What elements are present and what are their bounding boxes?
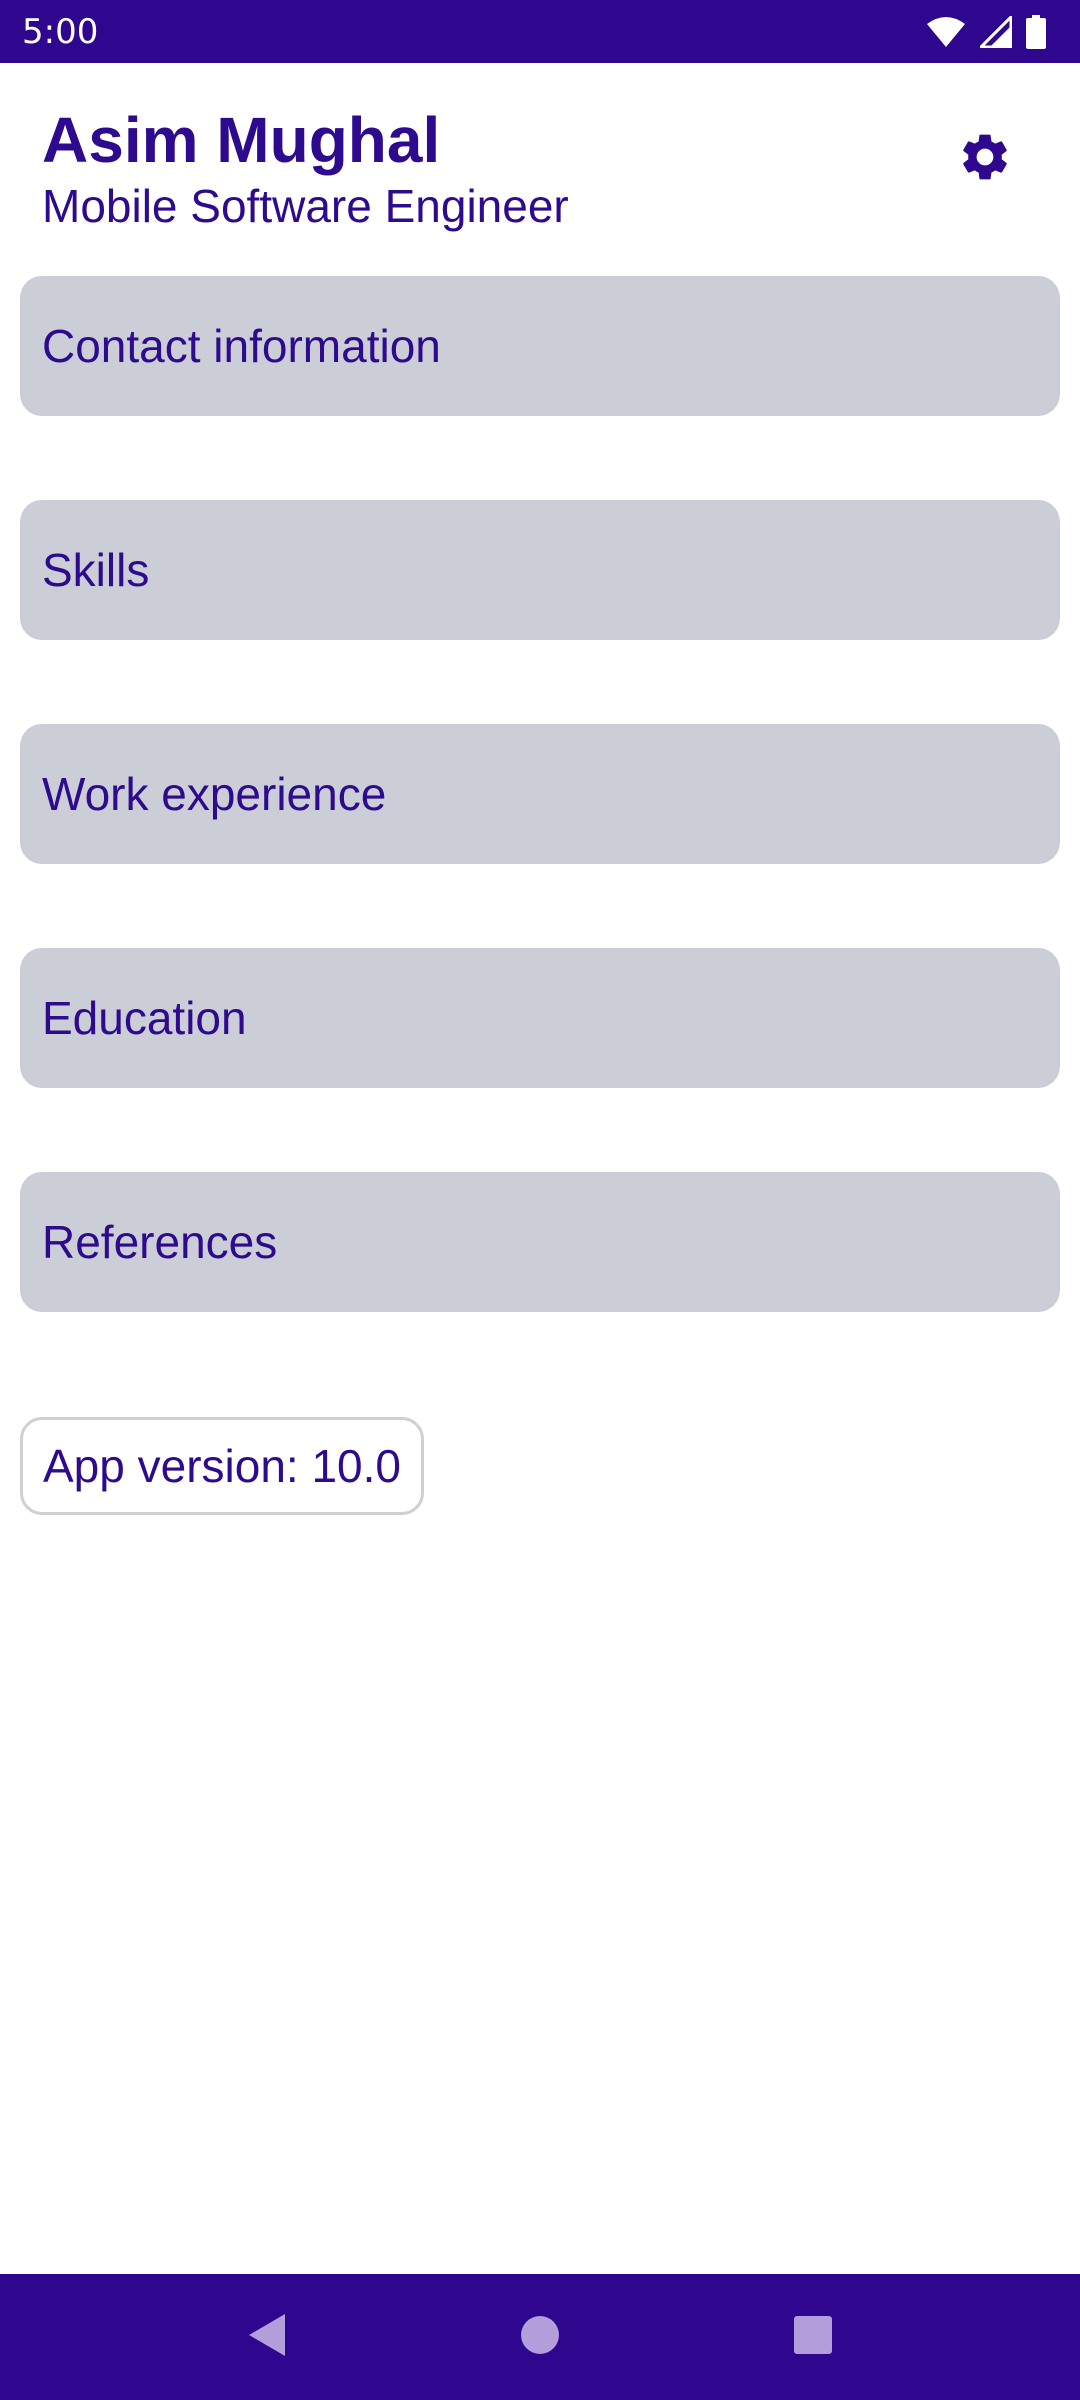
gear-icon (957, 129, 1013, 190)
profile-header: Asim Mughal Mobile Software Engineer (42, 104, 942, 234)
section-label: Skills (42, 544, 150, 596)
home-icon (520, 2315, 560, 2360)
section-skills[interactable]: Skills (20, 500, 1060, 640)
section-references[interactable]: References (20, 1172, 1060, 1312)
section-label: Education (42, 992, 247, 1044)
section-label: Work experience (42, 768, 387, 820)
navigation-bar (0, 2274, 1080, 2400)
status-time: 5:00 (22, 11, 99, 52)
settings-button[interactable] (948, 122, 1022, 196)
section-label: Contact information (42, 320, 441, 372)
section-education[interactable]: Education (20, 948, 1060, 1088)
section-label: References (42, 1216, 278, 1268)
status-bar: 5:00 (0, 0, 1080, 63)
back-icon (247, 2312, 287, 2363)
home-button[interactable] (500, 2297, 580, 2377)
app-version-label: App version: 10.0 (43, 1440, 402, 1492)
section-list: Contact information Skills Work experien… (20, 276, 1060, 1396)
recents-button[interactable] (773, 2297, 853, 2377)
screen: 5:00 Asim Mughal Mobile Software Enginee… (0, 0, 1080, 2400)
signal-icon (980, 15, 1012, 48)
section-contact-information[interactable]: Contact information (20, 276, 1060, 416)
battery-icon (1026, 14, 1046, 49)
profile-title: Mobile Software Engineer (42, 180, 569, 232)
recents-icon (793, 2315, 833, 2360)
wifi-icon (926, 16, 966, 48)
status-icons (926, 14, 1046, 49)
back-button[interactable] (227, 2297, 307, 2377)
section-work-experience[interactable]: Work experience (20, 724, 1060, 864)
profile-name: Asim Mughal (42, 104, 441, 176)
app-version-chip: App version: 10.0 (20, 1417, 425, 1515)
